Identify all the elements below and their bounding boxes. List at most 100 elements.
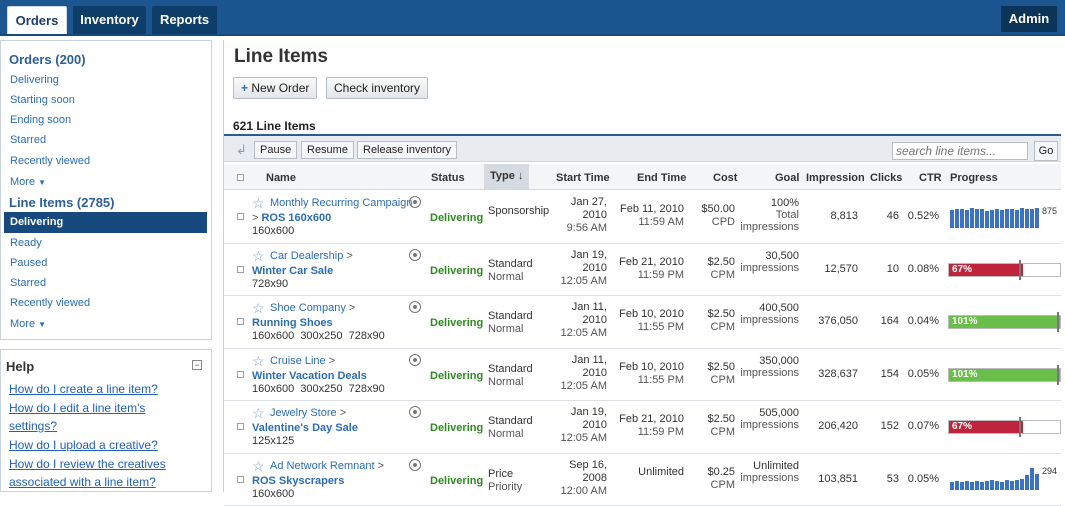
goal: 505,000impressions — [736, 407, 799, 431]
help-link-review-cont[interactable]: associated with a line item? — [9, 475, 156, 489]
start-time: Jan 19,201012:05 AM — [554, 249, 607, 288]
sidebar-item-paused[interactable]: Paused — [10, 257, 47, 269]
search-input[interactable] — [892, 142, 1028, 160]
new-order-button[interactable]: + New Order — [233, 77, 317, 99]
table-row[interactable]: ☆ Shoe Company > Running Shoes 160x600 3… — [224, 296, 1061, 349]
tab-inventory[interactable]: Inventory — [73, 6, 146, 34]
sidebar-item-li-starred[interactable]: Starred — [10, 277, 46, 289]
help-link-create[interactable]: How do I create a line item? — [9, 382, 158, 396]
sidebar-item-orders-starred[interactable]: Starred — [10, 134, 46, 146]
table-row[interactable]: ☆ Monthly Recurring Campaign > ROS 160x6… — [224, 191, 1061, 244]
help-link-upload[interactable]: How do I upload a creative? — [9, 438, 158, 452]
line-item-name-link[interactable]: Running Shoes — [252, 317, 333, 329]
goal: 100%Totalimpressions — [736, 197, 799, 233]
target-icon[interactable] — [409, 301, 421, 313]
star-icon[interactable]: ☆ — [252, 300, 265, 317]
sidebar-item-orders-recent[interactable]: Recently viewed — [10, 155, 90, 167]
cost: $2.50CPM — [690, 361, 735, 387]
star-icon[interactable]: ☆ — [252, 195, 265, 212]
creative-sizes: 160x600 300x250 728x90 — [252, 330, 385, 342]
help-link-edit-cont[interactable]: settings? — [9, 419, 57, 433]
advertiser-link[interactable]: Cruise Line > — [270, 355, 335, 367]
impressions-value: 8,813 — [804, 210, 858, 222]
sidebar-item-li-recent[interactable]: Recently viewed — [10, 297, 90, 309]
row-checkbox[interactable] — [237, 213, 244, 220]
line-item-name-link[interactable]: Winter Car Sale — [252, 265, 333, 277]
table-row[interactable]: ☆ Car Dealership > Winter Car Sale 728x9… — [224, 244, 1061, 297]
type-secondary: Normal — [488, 271, 523, 283]
col-goal[interactable]: Goal — [775, 172, 799, 184]
col-ctr[interactable]: CTR — [919, 172, 942, 184]
advertiser-link[interactable]: Shoe Company > — [270, 302, 355, 314]
sidebar-item-starting-soon[interactable]: Starting soon — [10, 94, 75, 106]
table-row[interactable]: ☆ Ad Network Remnant > ROS Skyscrapers 1… — [224, 454, 1061, 506]
tab-orders[interactable]: Orders — [7, 6, 67, 34]
progress-fill: 101% — [949, 369, 1060, 381]
sidebar-item-ending-soon[interactable]: Ending soon — [10, 114, 71, 126]
ctr-value: 0.05% — [904, 368, 939, 380]
target-icon[interactable] — [409, 406, 421, 418]
help-link-review[interactable]: How do I review the creatives — [9, 457, 166, 471]
line-item-name-link[interactable]: Winter Vacation Deals — [252, 370, 367, 382]
col-type[interactable]: Type ↓ — [484, 164, 529, 189]
line-item-name-link[interactable]: ROS Skyscrapers — [252, 475, 344, 487]
admin-button[interactable]: Admin — [1001, 6, 1057, 32]
advertiser-link[interactable]: Ad Network Remnant > — [270, 460, 384, 472]
target-icon[interactable] — [409, 196, 421, 208]
col-progress[interactable]: Progress — [950, 172, 998, 184]
advertiser-link[interactable]: Monthly Recurring Campaign — [270, 197, 412, 209]
collapse-icon[interactable]: − — [192, 360, 202, 370]
row-checkbox[interactable] — [237, 476, 244, 483]
row-checkbox[interactable] — [237, 266, 244, 273]
advertiser-link[interactable]: Jewelry Store > — [270, 407, 346, 419]
pause-button[interactable]: Pause — [254, 141, 297, 159]
line-item-name-link[interactable]: > ROS 160x600 — [252, 212, 331, 224]
star-icon[interactable]: ☆ — [252, 248, 265, 265]
release-inventory-button[interactable]: Release inventory — [357, 141, 457, 159]
line-items-header[interactable]: Line Items (2785) — [9, 195, 115, 210]
col-end-time[interactable]: End Time — [637, 172, 686, 184]
ctr-value: 0.04% — [904, 315, 939, 327]
row-checkbox[interactable] — [237, 423, 244, 430]
col-name[interactable]: Name — [266, 172, 296, 184]
row-checkbox[interactable] — [237, 318, 244, 325]
sidebar-item-ready[interactable]: Ready — [10, 237, 42, 249]
go-button[interactable]: Go — [1034, 141, 1058, 161]
col-start-time[interactable]: Start Time — [556, 172, 610, 184]
sparkline-bar — [980, 482, 984, 489]
row-checkbox[interactable] — [237, 371, 244, 378]
sparkline-bar — [990, 210, 994, 228]
check-inventory-button[interactable]: Check inventory — [326, 77, 428, 99]
sparkline-bar — [955, 481, 959, 489]
tab-reports[interactable]: Reports — [152, 6, 217, 34]
sidebar-item-li-delivering[interactable]: Delivering — [4, 212, 207, 233]
line-item-count: 621 Line Items — [233, 119, 316, 133]
sidebar-item-orders-delivering[interactable]: Delivering — [10, 74, 59, 86]
type-secondary: Normal — [488, 428, 523, 440]
clicks-value: 152 — [864, 420, 899, 432]
orders-header[interactable]: Orders (200) — [9, 52, 86, 67]
col-impression[interactable]: Impression — [806, 172, 865, 184]
advertiser-link[interactable]: Car Dealership > — [270, 250, 353, 262]
line-item-name-link[interactable]: Valentine's Day Sale — [252, 422, 358, 434]
col-clicks[interactable]: Clicks — [870, 172, 902, 184]
main-panel: Line Items + New Order Check inventory 6… — [223, 40, 1065, 492]
star-icon[interactable]: ☆ — [252, 405, 265, 422]
sidebar-item-orders-more[interactable]: More ▼ — [10, 176, 46, 188]
col-cost[interactable]: Cost — [713, 172, 737, 184]
select-all-checkbox[interactable] — [237, 174, 244, 181]
sparkline-bar — [975, 481, 979, 489]
target-icon[interactable] — [409, 249, 421, 261]
creative-sizes: 125x125 — [252, 435, 294, 447]
resume-button[interactable]: Resume — [301, 141, 354, 159]
sidebar-item-li-more[interactable]: More ▼ — [10, 318, 46, 330]
help-link-edit[interactable]: How do I edit a line item's — [9, 401, 145, 415]
col-status[interactable]: Status — [431, 172, 465, 184]
target-icon[interactable] — [409, 354, 421, 366]
type-primary: Standard — [488, 258, 533, 270]
star-icon[interactable]: ☆ — [252, 353, 265, 370]
table-row[interactable]: ☆ Cruise Line > Winter Vacation Deals 16… — [224, 349, 1061, 402]
star-icon[interactable]: ☆ — [252, 458, 265, 475]
target-icon[interactable] — [409, 459, 421, 471]
table-row[interactable]: ☆ Jewelry Store > Valentine's Day Sale 1… — [224, 401, 1061, 454]
